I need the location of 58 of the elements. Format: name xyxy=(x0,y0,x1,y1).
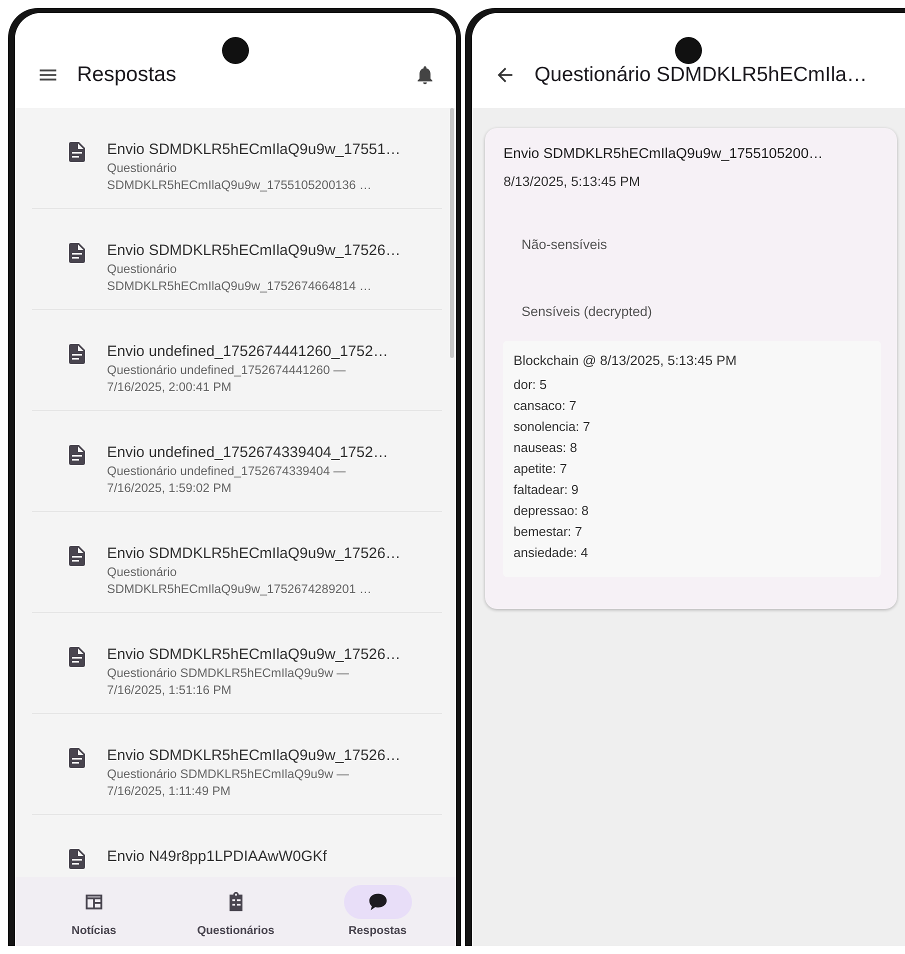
answer-entry: apetite: 7 xyxy=(513,460,568,478)
item-title: Envio N49r8pp1LPDIAAwW0GKf xyxy=(107,847,327,867)
document-icon xyxy=(69,344,85,364)
answer-entry: sonolencia: 7 xyxy=(513,418,592,436)
item-title: Envio SDMDKLR5hECmIlaQ9u9w_17526… xyxy=(107,746,400,766)
answer-entry: depressao: 8 xyxy=(513,502,590,520)
item-title: Envio SDMDKLR5hECmIlaQ9u9w_17551… xyxy=(107,140,400,160)
chat-bubble-icon xyxy=(366,891,389,913)
document-icon xyxy=(69,647,85,667)
screen-title: Questionário SDMDKLR5hECmIla… xyxy=(534,62,868,86)
item-title: Envio undefined_1752674441260_1752… xyxy=(107,342,388,362)
answer-entry: nauseas: 8 xyxy=(513,439,578,457)
answer-entry: faltadear: 9 xyxy=(513,481,580,499)
item-subtitle: Questionário xyxy=(107,261,178,278)
item-title: Envio undefined_1752674339404_1752… xyxy=(107,443,388,463)
response-item[interactable]: Envio SDMDKLR5hECmIlaQ9u9w_17526… Questionário SDMDKLR5hECmIlaQ9u9w — 7/16/2025, 1:11:49 PM xyxy=(32,714,442,815)
response-item[interactable]: Envio undefined_1752674441260_1752… Questionário undefined_1752674441260 — 7/16/2025, 2:00:41 PM xyxy=(32,310,442,411)
item-subtitle: 7/16/2025, 1:11:49 PM xyxy=(107,783,232,800)
response-item[interactable]: Envio SDMDKLR5hECmIlaQ9u9w_17526… Questionário SDMDKLR5hECmIlaQ9u9w_1752674289201 … xyxy=(32,512,442,613)
nav-tab[interactable]: Questionários xyxy=(170,877,301,946)
document-icon xyxy=(69,546,85,566)
item-title: Envio SDMDKLR5hECmIlaQ9u9w_17526… xyxy=(107,544,400,564)
answer-entry: bemestar: 7 xyxy=(513,523,584,541)
item-subtitle: 7/16/2025, 1:59:02 PM xyxy=(107,480,232,497)
scrollbar[interactable] xyxy=(450,108,454,358)
submission-timestamp: 8/13/2025, 5:13:45 PM xyxy=(503,174,642,189)
screen-title: Respostas xyxy=(77,62,178,86)
item-subtitle: 7/16/2025, 2:00:41 PM xyxy=(107,379,232,396)
item-subtitle: Questionário xyxy=(107,160,178,177)
response-item[interactable]: Envio SDMDKLR5hECmIlaQ9u9w_17526… Questionário SDMDKLR5hECmIlaQ9u9w — 7/16/2025, 1:51:16 PM xyxy=(32,613,442,714)
document-icon xyxy=(69,142,85,162)
document-icon xyxy=(69,748,85,768)
document-icon xyxy=(69,445,85,465)
nav-tab[interactable]: Notícias xyxy=(28,877,159,946)
item-subtitle: SDMDKLR5hECmIlaQ9u9w_1752674289201 … xyxy=(107,581,373,598)
item-subtitle: Questionário SDMDKLR5hECmIlaQ9u9w — xyxy=(107,766,350,783)
nav-tab[interactable]: Respostas xyxy=(312,877,443,946)
item-subtitle: SDMDKLR5hECmIlaQ9u9w_1752674664814 … xyxy=(107,278,373,295)
section-heading: Não-sensíveis xyxy=(521,237,608,252)
item-title: Envio SDMDKLR5hECmIlaQ9u9w_17526… xyxy=(107,241,400,261)
section-heading: Sensíveis (decrypted) xyxy=(521,304,654,319)
item-subtitle: Questionário undefined_1752674441260 — xyxy=(107,362,347,379)
answer-entry: ansiedade: 4 xyxy=(513,544,589,562)
document-icon xyxy=(69,243,85,263)
item-subtitle: Questionário SDMDKLR5hECmIlaQ9u9w — xyxy=(107,665,350,682)
answer-entry: dor: 5 xyxy=(513,376,548,394)
response-item[interactable]: Envio undefined_1752674339404_1752… Questionário undefined_1752674339404 — 7/16/2025, 1:59:02 PM xyxy=(32,411,442,512)
blockchain-heading: Blockchain @ 8/13/2025, 5:13:45 PM xyxy=(513,353,738,368)
response-item[interactable]: Envio SDMDKLR5hECmIlaQ9u9w_17526… Questionário SDMDKLR5hECmIlaQ9u9w_1752674664814 … xyxy=(32,209,442,310)
item-title: Envio SDMDKLR5hECmIlaQ9u9w_17526… xyxy=(107,645,400,665)
item-subtitle: 7/16/2025, 1:51:16 PM xyxy=(107,682,232,699)
submission-title: Envio SDMDKLR5hECmIlaQ9u9w_1755105200… xyxy=(503,146,824,162)
response-item[interactable]: Envio SDMDKLR5hECmIlaQ9u9w_17551… Questionário SDMDKLR5hECmIlaQ9u9w_1755105200136 … xyxy=(32,108,442,209)
document-icon xyxy=(69,849,85,869)
item-subtitle: Questionário xyxy=(107,564,178,581)
answer-entry: cansaco: 7 xyxy=(513,397,578,415)
item-subtitle: Questionário undefined_1752674339404 — xyxy=(107,463,347,480)
item-subtitle: SDMDKLR5hECmIlaQ9u9w_1755105200136 … xyxy=(107,177,373,194)
